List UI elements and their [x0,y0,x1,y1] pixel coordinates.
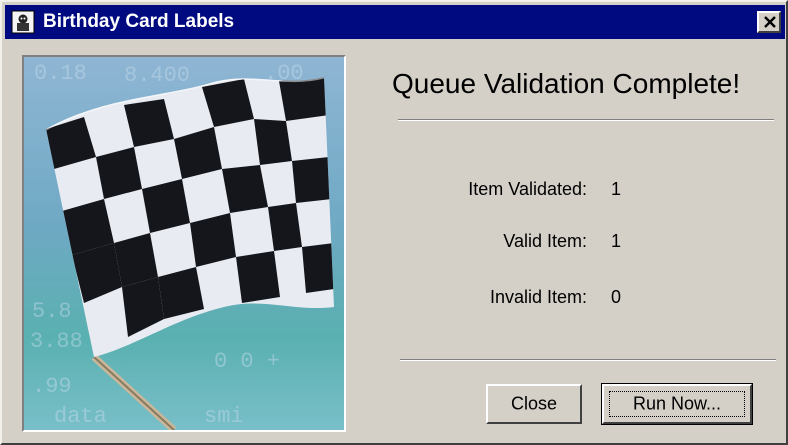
svg-text:0 0 +: 0 0 + [214,349,280,374]
svg-text:0.18: 0.18 [34,61,87,86]
svg-text:.99: .99 [32,374,72,399]
run-now-button[interactable]: Run Now... [601,383,753,425]
close-button-label: Close [510,393,558,414]
svg-text:8.400: 8.400 [124,63,190,88]
valid-items-value: 1 [611,231,622,251]
invalid-items-label: Invalid Item: [489,287,587,307]
items-validated-label: Item Validated: [468,179,587,199]
svg-text:5.8: 5.8 [32,299,72,324]
flag-illustration: 0.18 8.400 .00 5.8 3.88 .99 data smi 0 0… [24,57,344,430]
close-icon [764,16,776,28]
svg-text:3.88: 3.88 [30,329,83,354]
title-bar[interactable]: Birthday Card Labels [5,5,785,39]
page-title: Queue Validation Complete! [392,68,741,99]
window-title: Birthday Card Labels [43,11,235,32]
dialog-window: Birthday Card Labels 0.18 8.400 .00 5.8 … [0,0,788,445]
run-now-button-label: Run Now... [632,393,722,414]
checkered-flag-image: 0.18 8.400 .00 5.8 3.88 .99 data smi 0 0… [22,55,346,432]
valid-items-label: Valid Item: [503,231,587,251]
items-validated-value: 1 [611,179,622,199]
svg-text:smi: smi [204,404,244,429]
bottom-divider [400,359,776,361]
invalid-items-value: 0 [611,287,622,307]
close-window-button[interactable] [757,11,781,33]
close-button[interactable]: Close [486,384,582,424]
top-divider [398,119,774,121]
app-icon [11,10,35,34]
svg-text:data: data [54,404,107,429]
